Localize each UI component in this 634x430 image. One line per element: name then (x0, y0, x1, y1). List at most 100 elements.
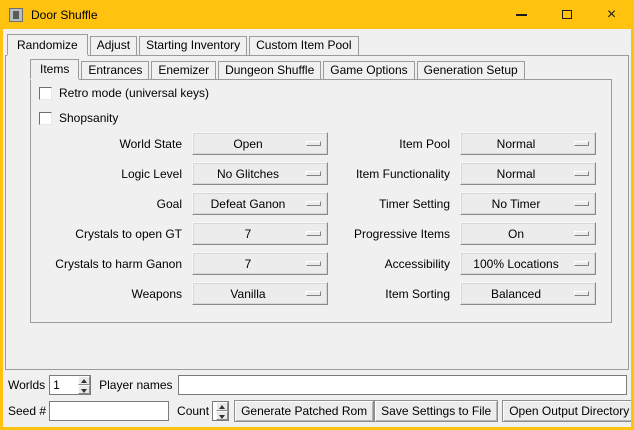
tab-custom-item-pool[interactable]: Custom Item Pool (249, 36, 358, 55)
player-names-label: Player names (99, 378, 172, 392)
shopsanity-row: Shopsanity (39, 111, 118, 125)
left-option-column: World State Open Logic Level No Glitches (31, 132, 328, 312)
worlds-spinner[interactable] (49, 375, 91, 395)
seed-row: Seed # Count Generate Patched Rom Save S… (8, 400, 627, 422)
world-state-value: Open (233, 137, 262, 151)
count-label: Count (177, 404, 209, 418)
goal-value: Defeat Ganon (211, 197, 286, 211)
dropdown-indicator-icon (574, 261, 589, 266)
close-button[interactable]: × (589, 0, 634, 29)
crystals-harm-ganon-label: Crystals to harm Ganon (31, 257, 192, 271)
accessibility-dropdown[interactable]: 100% Locations (460, 252, 596, 275)
tab-items[interactable]: Items (30, 59, 79, 80)
crystals-harm-ganon-row: Crystals to harm Ganon 7 (31, 252, 328, 275)
weapons-dropdown[interactable]: Vanilla (192, 282, 328, 305)
item-pool-value: Normal (497, 137, 536, 151)
tab-dungeon-shuffle[interactable]: Dungeon Shuffle (218, 61, 321, 79)
logic-level-label: Logic Level (31, 167, 192, 181)
save-settings-button[interactable]: Save Settings to File (374, 400, 498, 422)
worlds-input[interactable] (50, 376, 78, 394)
item-functionality-label: Item Functionality (319, 167, 460, 181)
tab-game-options[interactable]: Game Options (323, 61, 414, 79)
count-spin-arrows (216, 402, 228, 420)
tab-entrances[interactable]: Entrances (81, 61, 149, 79)
weapons-label: Weapons (31, 287, 192, 301)
spin-up-button[interactable] (216, 402, 228, 411)
tab-generation-setup[interactable]: Generation Setup (417, 61, 525, 79)
dropdown-indicator-icon (574, 231, 589, 236)
items-pane: Retro mode (universal keys) Shopsanity W… (30, 79, 612, 323)
crystals-open-gt-label: Crystals to open GT (31, 227, 192, 241)
dropdown-indicator-icon (574, 201, 589, 206)
randomize-pane: Items Entrances Enemizer Dungeon Shuffle… (5, 55, 629, 370)
goal-label: Goal (31, 197, 192, 211)
item-functionality-dropdown[interactable]: Normal (460, 162, 596, 185)
item-functionality-row: Item Functionality Normal (319, 162, 596, 185)
crystals-open-gt-row: Crystals to open GT 7 (31, 222, 328, 245)
generate-patched-rom-button[interactable]: Generate Patched Rom (234, 400, 374, 422)
worlds-label: Worlds (8, 378, 45, 392)
accessibility-label: Accessibility (319, 257, 460, 271)
timer-setting-label: Timer Setting (319, 197, 460, 211)
goal-dropdown[interactable]: Defeat Ganon (192, 192, 328, 215)
progressive-items-row: Progressive Items On (319, 222, 596, 245)
worlds-spin-arrows (78, 376, 90, 394)
right-option-column: Item Pool Normal Item Functionality Norm… (319, 132, 596, 312)
seed-label: Seed # (8, 404, 46, 418)
app-icon (9, 8, 23, 22)
outer-tab-bar: Randomize Adjust Starting Inventory Cust… (7, 33, 631, 55)
window-controls: × (499, 0, 634, 29)
crystals-open-gt-value: 7 (245, 227, 252, 241)
retro-mode-checkbox[interactable] (39, 87, 52, 100)
door-shuffle-window: Door Shuffle × Randomize Adjust Starting… (0, 0, 634, 430)
item-sorting-dropdown[interactable]: Balanced (460, 282, 596, 305)
logic-level-row: Logic Level No Glitches (31, 162, 328, 185)
progressive-items-dropdown[interactable]: On (460, 222, 596, 245)
dropdown-indicator-icon (574, 171, 589, 176)
tab-starting-inventory[interactable]: Starting Inventory (139, 36, 247, 55)
player-names-input[interactable] (178, 375, 628, 395)
client-area: Randomize Adjust Starting Inventory Cust… (3, 29, 631, 427)
tab-randomize[interactable]: Randomize (7, 34, 88, 56)
worlds-row: Worlds Player names (8, 374, 627, 396)
spin-down-button[interactable] (78, 385, 90, 394)
window-title: Door Shuffle (31, 8, 98, 22)
inner-tab-bar: Items Entrances Enemizer Dungeon Shuffle… (30, 59, 628, 79)
accessibility-row: Accessibility 100% Locations (319, 252, 596, 275)
seed-input[interactable] (49, 401, 169, 421)
world-state-label: World State (31, 137, 192, 151)
progressive-items-value: On (508, 227, 524, 241)
titlebar: Door Shuffle × (0, 0, 634, 29)
item-functionality-value: Normal (497, 167, 536, 181)
weapons-row: Weapons Vanilla (31, 282, 328, 305)
logic-level-value: No Glitches (217, 167, 279, 181)
goal-row: Goal Defeat Ganon (31, 192, 328, 215)
tab-enemizer[interactable]: Enemizer (151, 61, 216, 79)
open-output-directory-button[interactable]: Open Output Directory (502, 400, 631, 422)
item-pool-dropdown[interactable]: Normal (460, 132, 596, 155)
item-pool-label: Item Pool (319, 137, 460, 151)
minimize-button[interactable] (499, 0, 544, 29)
shopsanity-checkbox[interactable] (39, 112, 52, 125)
dropdown-indicator-icon (574, 291, 589, 296)
item-pool-row: Item Pool Normal (319, 132, 596, 155)
close-icon: × (607, 7, 616, 23)
spin-down-button[interactable] (216, 411, 228, 420)
progressive-items-label: Progressive Items (319, 227, 460, 241)
count-spinner[interactable] (212, 401, 229, 421)
shopsanity-label: Shopsanity (59, 111, 118, 125)
spin-up-button[interactable] (78, 376, 90, 385)
timer-setting-dropdown[interactable]: No Timer (460, 192, 596, 215)
maximize-icon (562, 10, 572, 19)
item-sorting-value: Balanced (491, 287, 541, 301)
item-sorting-row: Item Sorting Balanced (319, 282, 596, 305)
world-state-dropdown[interactable]: Open (192, 132, 328, 155)
crystals-harm-ganon-dropdown[interactable]: 7 (192, 252, 328, 275)
tab-adjust[interactable]: Adjust (90, 36, 137, 55)
logic-level-dropdown[interactable]: No Glitches (192, 162, 328, 185)
item-sorting-label: Item Sorting (319, 287, 460, 301)
timer-setting-row: Timer Setting No Timer (319, 192, 596, 215)
maximize-button[interactable] (544, 0, 589, 29)
crystals-open-gt-dropdown[interactable]: 7 (192, 222, 328, 245)
retro-mode-row: Retro mode (universal keys) (39, 86, 209, 100)
